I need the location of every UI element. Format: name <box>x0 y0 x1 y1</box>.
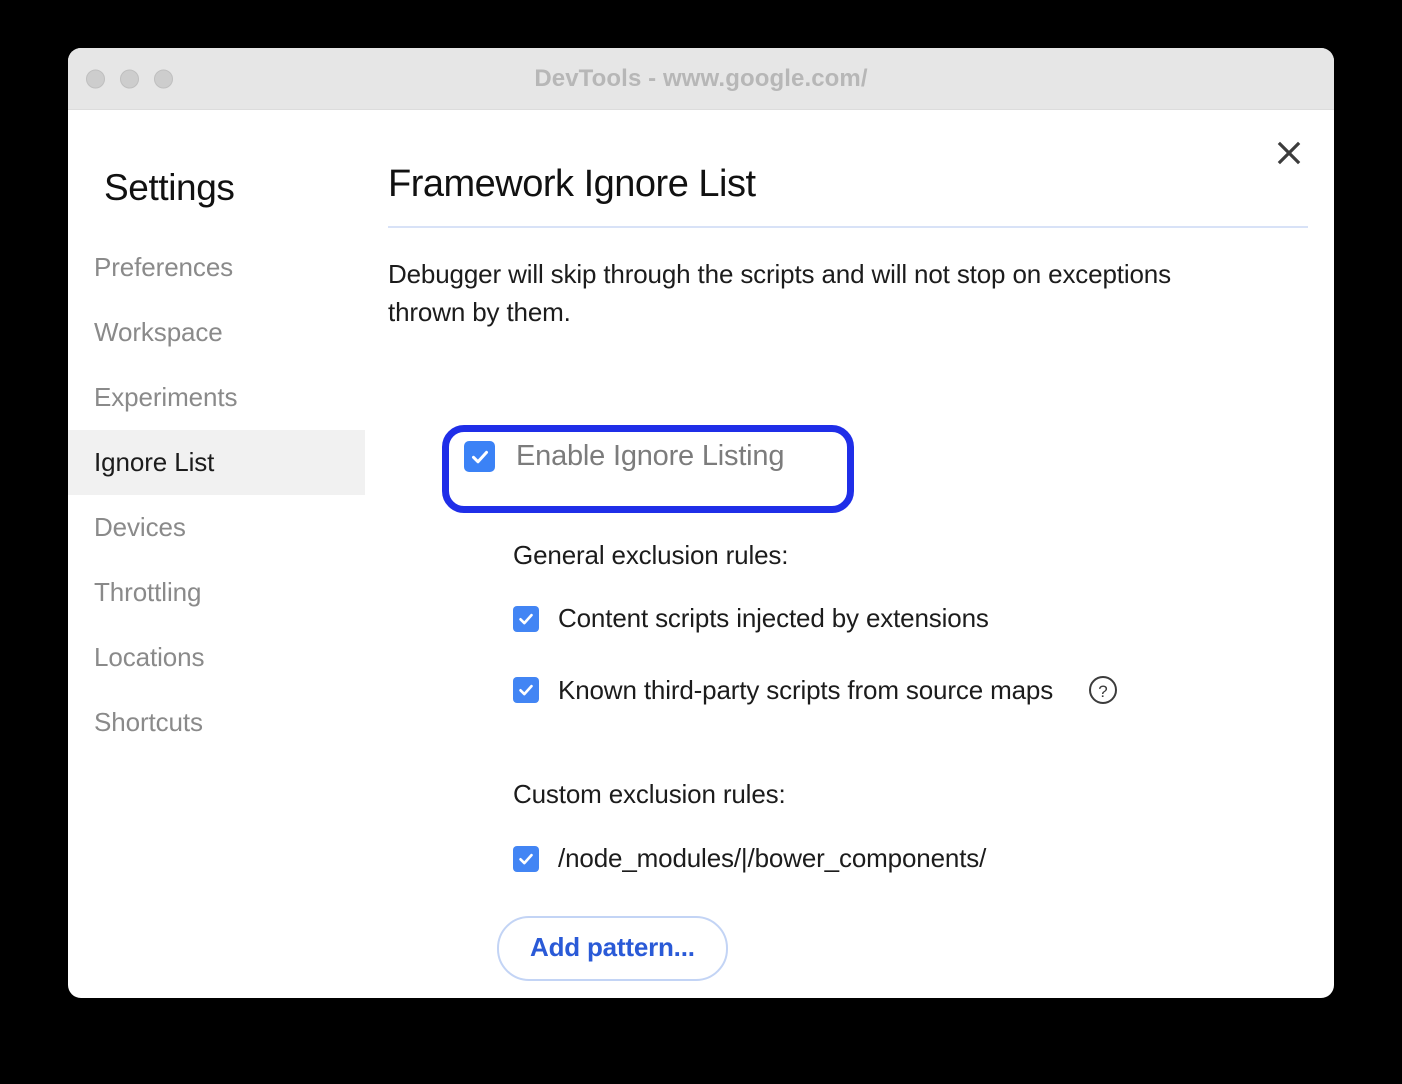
sidebar-item-label: Throttling <box>94 577 202 607</box>
content-scripts-checkbox[interactable] <box>513 605 539 632</box>
sidebar-item-shortcuts[interactable]: Shortcuts <box>68 690 365 755</box>
window-titlebar: DevTools - www.google.com/ <box>68 48 1334 110</box>
settings-sidebar: Settings Preferences Workspace Experimen… <box>68 110 365 998</box>
svg-text:?: ? <box>1098 682 1107 701</box>
sidebar-item-label: Workspace <box>94 317 223 347</box>
sidebar-item-preferences[interactable]: Preferences <box>68 235 365 300</box>
custom-rules-heading: Custom exclusion rules: <box>513 779 786 809</box>
sidebar-item-label: Preferences <box>94 252 234 282</box>
sidebar-item-ignore-list[interactable]: Ignore List <box>68 430 365 495</box>
sidebar-item-label: Shortcuts <box>94 707 203 737</box>
window-title: DevTools - www.google.com/ <box>534 65 868 92</box>
close-settings-button[interactable] <box>1271 135 1307 171</box>
devtools-window: DevTools - www.google.com/ Settings Pref… <box>68 48 1334 998</box>
sidebar-item-workspace[interactable]: Workspace <box>68 300 365 365</box>
sidebar-item-label: Ignore List <box>94 447 215 477</box>
third-party-scripts-checkbox[interactable] <box>513 677 539 703</box>
panel-description: Debugger will skip through the scripts a… <box>388 259 1171 327</box>
settings-title: Settings <box>104 167 235 208</box>
page-title: Framework Ignore List <box>388 163 756 205</box>
help-icon[interactable]: ? <box>1087 674 1119 706</box>
sidebar-nav: Preferences Workspace Experiments Ignore… <box>68 235 365 755</box>
sidebar-item-label: Experiments <box>94 382 238 412</box>
settings-main-panel: Framework Ignore List Debugger will skip… <box>365 110 1334 998</box>
rule-label: Known third-party scripts from source ma… <box>558 674 1054 705</box>
close-icon <box>1274 138 1304 168</box>
rule-row-custom-pattern[interactable]: /node_modules/|/bower_components/ <box>513 843 1273 874</box>
rule-row-third-party-scripts[interactable]: Known third-party scripts from source ma… <box>513 674 1273 706</box>
sidebar-item-locations[interactable]: Locations <box>68 625 365 690</box>
rule-row-content-scripts[interactable]: Content scripts injected by extensions <box>513 603 1273 634</box>
enable-ignore-listing-row[interactable]: Enable Ignore Listing <box>464 440 784 473</box>
sidebar-item-throttling[interactable]: Throttling <box>68 560 365 625</box>
sidebar-item-devices[interactable]: Devices <box>68 495 365 560</box>
add-pattern-button[interactable]: Add pattern... <box>497 916 728 981</box>
enable-ignore-listing-label: Enable Ignore Listing <box>516 440 785 472</box>
window-content: Settings Preferences Workspace Experimen… <box>68 110 1334 998</box>
custom-pattern-checkbox[interactable] <box>513 845 539 872</box>
general-rules-heading: General exclusion rules: <box>513 540 789 570</box>
exclusion-rules-section: General exclusion rules: Content scripts… <box>497 540 1273 981</box>
rule-label: Content scripts injected by extensions <box>558 603 989 633</box>
sidebar-item-experiments[interactable]: Experiments <box>68 365 365 430</box>
enable-ignore-listing-checkbox[interactable] <box>464 441 495 472</box>
rule-label: /node_modules/|/bower_components/ <box>558 843 987 873</box>
sidebar-item-label: Locations <box>94 642 205 672</box>
sidebar-item-label: Devices <box>94 512 186 542</box>
